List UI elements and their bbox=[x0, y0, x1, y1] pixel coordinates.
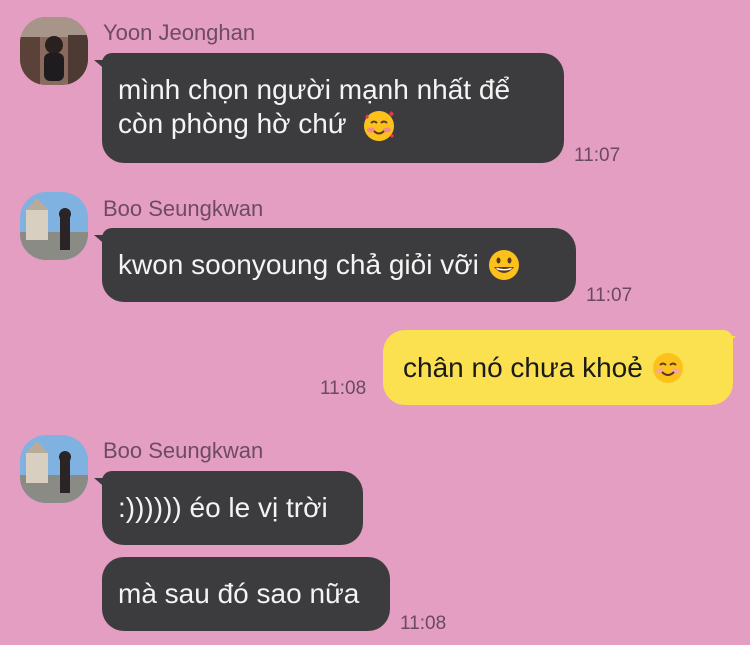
message-bubble-outgoing[interactable]: chân nó chưa khoẻ bbox=[383, 330, 733, 405]
message-text: chân nó chưa khoẻ bbox=[403, 351, 643, 383]
sender-name: Boo Seungkwan bbox=[103, 438, 264, 463]
sender-name: Yoon Jeonghan bbox=[103, 20, 256, 45]
message-bubble[interactable]: kwon soonyoung chả giỏi vỡi bbox=[102, 228, 576, 302]
message-bubble[interactable]: :)))))) éo le vị trời bbox=[102, 471, 363, 545]
message-timestamp: 11:08 bbox=[320, 378, 367, 399]
message-text: :)))))) éo le vị trời bbox=[118, 492, 328, 523]
message-timestamp: 11:07 bbox=[574, 145, 621, 166]
message-bubble[interactable]: mà sau đó sao nữa bbox=[102, 557, 390, 631]
smiling-face-emoji bbox=[651, 351, 685, 385]
message-timestamp: 11:08 bbox=[400, 613, 447, 634]
message-bubble[interactable]: mình chọn người mạnh nhất để còn phòng h… bbox=[102, 53, 564, 163]
message-text: kwon soonyoung chả giỏi vỡi bbox=[118, 249, 479, 280]
message-timestamp: 11:07 bbox=[586, 285, 633, 306]
grinning-face-emoji bbox=[487, 248, 521, 282]
avatar-yoon-jeonghan[interactable] bbox=[20, 17, 88, 85]
sender-name: Boo Seungkwan bbox=[103, 196, 264, 221]
avatar-boo-seungkwan[interactable] bbox=[20, 435, 88, 503]
avatar-boo-seungkwan[interactable] bbox=[20, 192, 88, 260]
message-text: mà sau đó sao nữa bbox=[118, 578, 360, 609]
bubble-tail bbox=[722, 336, 736, 348]
message-text-line: còn phòng hờ chứ bbox=[118, 108, 347, 139]
message-text-line: mình chọn người mạnh nhất để bbox=[118, 74, 511, 105]
smiling-face-with-hearts-emoji bbox=[362, 109, 396, 143]
